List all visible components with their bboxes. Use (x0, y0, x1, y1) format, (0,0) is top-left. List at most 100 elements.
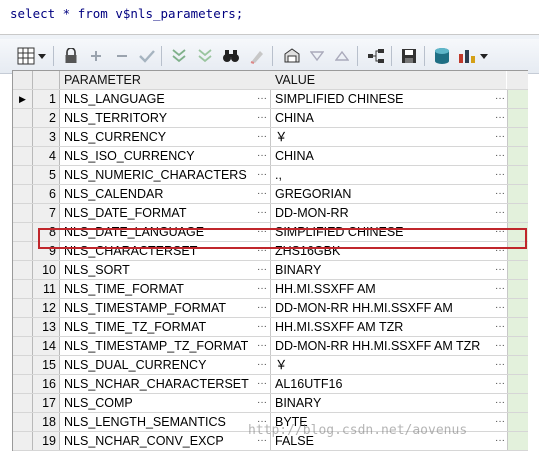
row-indicator[interactable] (13, 337, 33, 355)
table-row[interactable]: 4 NLS_ISO_CURRENCY ··· CHINA ··· (13, 147, 528, 166)
ellipsis-button[interactable]: ··· (255, 223, 269, 241)
row-number[interactable]: 13 (33, 318, 60, 336)
ellipsis-button[interactable]: ··· (255, 318, 269, 336)
ellipsis-button[interactable]: ··· (493, 223, 507, 241)
row-indicator[interactable] (13, 280, 33, 298)
ellipsis-button[interactable]: ··· (493, 261, 507, 279)
row-number[interactable]: 4 (33, 147, 60, 165)
ellipsis-button[interactable]: ··· (255, 375, 269, 393)
ellipsis-button[interactable]: ··· (493, 185, 507, 203)
row-indicator[interactable] (13, 166, 33, 184)
triangle-down-icon[interactable] (307, 46, 327, 66)
cell-value[interactable]: CHINA (271, 109, 506, 127)
cell-parameter[interactable]: NLS_TIMESTAMP_FORMAT (60, 299, 270, 317)
move-down-icon[interactable] (169, 46, 189, 66)
ellipsis-button[interactable]: ··· (255, 90, 269, 108)
ellipsis-button[interactable]: ··· (493, 90, 507, 108)
ellipsis-button[interactable]: ··· (255, 337, 269, 355)
row-number[interactable]: 18 (33, 413, 60, 431)
sql-editor[interactable]: select * from v$nls_parameters; (0, 0, 539, 35)
ellipsis-button[interactable]: ··· (493, 280, 507, 298)
table-row[interactable]: 3 NLS_CURRENCY ··· ￥ ··· (13, 128, 528, 147)
cell-value[interactable]: SIMPLIFIED CHINESE (271, 90, 506, 108)
current-row-indicator-icon[interactable]: ▶ (13, 90, 33, 108)
chart-icon[interactable] (457, 46, 477, 66)
row-number[interactable]: 17 (33, 394, 60, 412)
table-row[interactable]: 11 NLS_TIME_FORMAT ··· HH.MI.SSXFF AM ··· (13, 280, 528, 299)
ellipsis-button[interactable]: ··· (493, 166, 507, 184)
row-indicator[interactable] (13, 394, 33, 412)
cell-value[interactable]: DD-MON-RR HH.MI.SSXFF AM TZR (271, 337, 506, 355)
row-indicator[interactable] (13, 375, 33, 393)
ellipsis-button[interactable]: ··· (255, 261, 269, 279)
ellipsis-button[interactable]: ··· (493, 375, 507, 393)
cell-value[interactable]: BINARY (271, 261, 506, 279)
ellipsis-button[interactable]: ··· (255, 280, 269, 298)
row-indicator[interactable] (13, 109, 33, 127)
row-number[interactable]: 19 (33, 432, 60, 450)
cell-value[interactable]: ZHS16GBK (271, 242, 506, 260)
row-indicator[interactable] (13, 223, 33, 241)
cell-parameter[interactable]: NLS_NCHAR_CONV_EXCP (60, 432, 270, 450)
ellipsis-button[interactable]: ··· (255, 394, 269, 412)
ellipsis-button[interactable]: ··· (493, 432, 507, 450)
ellipsis-button[interactable]: ··· (493, 413, 507, 431)
row-indicator[interactable] (13, 147, 33, 165)
table-row[interactable]: 16 NLS_NCHAR_CHARACTERSET ··· AL16UTF16 ··· (13, 375, 528, 394)
table-row[interactable]: 8 NLS_DATE_LANGUAGE ··· SIMPLIFIED CHINESE ·… (13, 223, 528, 242)
table-row[interactable]: 7 NLS_DATE_FORMAT ··· DD-MON-RR ··· (13, 204, 528, 223)
cell-value[interactable]: GREGORIAN (271, 185, 506, 203)
cell-parameter[interactable]: NLS_DATE_FORMAT (60, 204, 270, 222)
row-indicator[interactable] (13, 204, 33, 222)
ellipsis-button[interactable]: ··· (255, 299, 269, 317)
binoculars-icon[interactable] (221, 46, 241, 66)
add-icon[interactable] (86, 46, 106, 66)
cell-parameter[interactable]: NLS_COMP (60, 394, 270, 412)
ellipsis-button[interactable]: ··· (493, 299, 507, 317)
ellipsis-button[interactable]: ··· (255, 166, 269, 184)
ellipsis-button[interactable]: ··· (493, 318, 507, 336)
table-row[interactable]: ▶ 1 NLS_LANGUAGE ··· SIMPLIFIED CHINESE ··· (13, 90, 528, 109)
cell-value[interactable]: DD-MON-RR (271, 204, 506, 222)
cell-parameter[interactable]: NLS_TIME_FORMAT (60, 280, 270, 298)
dropdown-arrow-icon[interactable] (478, 46, 490, 66)
ellipsis-button[interactable]: ··· (255, 242, 269, 260)
row-number[interactable]: 11 (33, 280, 60, 298)
cell-parameter[interactable]: NLS_LANGUAGE (60, 90, 270, 108)
cell-parameter[interactable]: NLS_TIMESTAMP_TZ_FORMAT (60, 337, 270, 355)
ellipsis-button[interactable]: ··· (493, 204, 507, 222)
row-number[interactable]: 12 (33, 299, 60, 317)
ellipsis-button[interactable]: ··· (493, 242, 507, 260)
cell-value[interactable]: CHINA (271, 147, 506, 165)
table-row[interactable]: 5 NLS_NUMERIC_CHARACTERS ···., ··· (13, 166, 528, 185)
row-number[interactable]: 8 (33, 223, 60, 241)
row-number[interactable]: 9 (33, 242, 60, 260)
ellipsis-button[interactable]: ··· (493, 356, 507, 374)
row-indicator[interactable] (13, 356, 33, 374)
row-number[interactable]: 6 (33, 185, 60, 203)
sql-text[interactable]: select * from v$nls_parameters; (10, 6, 243, 21)
cell-value[interactable]: ￥ (271, 128, 506, 146)
cell-value[interactable]: AL16UTF16 (271, 375, 506, 393)
cell-parameter[interactable]: NLS_TERRITORY (60, 109, 270, 127)
save-icon[interactable] (399, 46, 419, 66)
cell-parameter[interactable]: NLS_TIME_TZ_FORMAT (60, 318, 270, 336)
cell-parameter[interactable]: NLS_ISO_CURRENCY (60, 147, 270, 165)
column-header-parameter[interactable]: PARAMETER (60, 71, 270, 89)
row-indicator[interactable] (13, 413, 33, 431)
cell-parameter[interactable]: NLS_DUAL_CURRENCY (60, 356, 270, 374)
cell-value[interactable]: ￥ (271, 356, 506, 374)
ellipsis-button[interactable]: ··· (493, 337, 507, 355)
table-row[interactable]: 9 NLS_CHARACTERSET ··· ZHS16GBK ··· (13, 242, 528, 261)
cell-parameter[interactable]: NLS_CALENDAR (60, 185, 270, 203)
ellipsis-button[interactable]: ··· (493, 147, 507, 165)
cell-parameter[interactable]: NLS_NCHAR_CHARACTERSET (60, 375, 270, 393)
row-indicator[interactable] (13, 318, 33, 336)
ellipsis-button[interactable]: ··· (493, 128, 507, 146)
triangle-up-icon[interactable] (332, 46, 352, 66)
table-row[interactable]: 6 NLS_CALENDAR ··· GREGORIAN ··· (13, 185, 528, 204)
check-icon[interactable] (137, 46, 157, 66)
table-row[interactable]: 2 NLS_TERRITORY ··· CHINA ··· (13, 109, 528, 128)
row-indicator[interactable] (13, 128, 33, 146)
print-icon[interactable] (282, 46, 302, 66)
